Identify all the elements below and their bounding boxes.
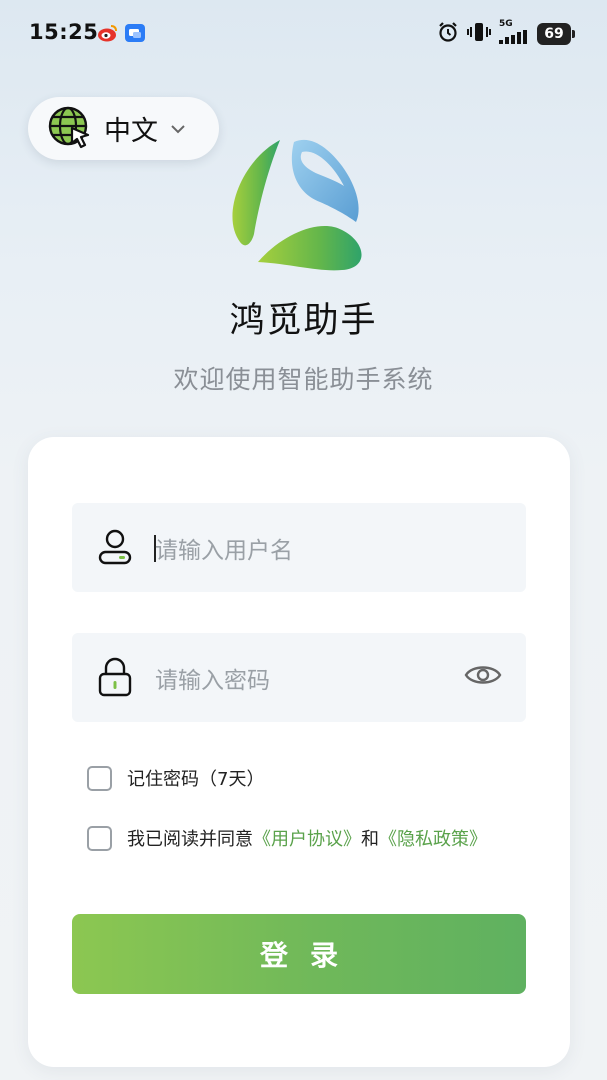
and-text: 和 xyxy=(361,829,379,850)
eye-icon[interactable] xyxy=(464,661,502,693)
status-time: 15:25 xyxy=(29,20,99,44)
language-label: 中文 xyxy=(104,116,158,147)
signal-icon xyxy=(499,29,529,48)
password-field[interactable]: 请输入密码 xyxy=(72,633,526,722)
battery-icon: 69 xyxy=(537,23,575,45)
signal-group: 5G xyxy=(499,20,529,48)
app-subtitle: 欢迎使用智能助手系统 xyxy=(173,365,434,394)
login-button[interactable]: 登录 xyxy=(72,914,526,994)
app-logo xyxy=(222,130,372,279)
username-placeholder: 请输入用户名 xyxy=(155,537,293,564)
agree-checkbox[interactable] xyxy=(87,825,112,851)
remember-password-row[interactable]: 记住密码（7天） xyxy=(87,765,264,791)
chevron-down-icon xyxy=(170,119,186,138)
login-card: 请输入用户名 请输入密码 记住密码（7天） 我已阅读并同意 《用户协议》 和 《… xyxy=(28,437,570,1067)
privacy-policy-link[interactable]: 《隐私政策》 xyxy=(379,825,487,851)
app-title: 鸿觅助手 xyxy=(229,301,378,341)
vibrate-icon xyxy=(467,21,491,47)
password-placeholder: 请输入密码 xyxy=(155,667,270,694)
chat-app-icon xyxy=(124,23,146,47)
weibo-icon xyxy=(97,23,119,47)
agreement-row: 我已阅读并同意 《用户协议》 和 《隐私政策》 xyxy=(87,825,487,851)
remember-checkbox[interactable] xyxy=(87,765,112,791)
network-type-label: 5G xyxy=(499,19,513,29)
language-selector[interactable]: 中文 xyxy=(28,97,219,160)
user-icon xyxy=(97,528,133,570)
remember-label: 记住密码（7天） xyxy=(127,769,265,790)
status-icons: 5G 69 xyxy=(437,20,575,48)
agree-prefix: 我已阅读并同意 xyxy=(127,829,253,850)
alarm-icon xyxy=(437,21,459,47)
lock-icon xyxy=(97,657,133,701)
user-agreement-link[interactable]: 《用户协议》 xyxy=(253,825,361,851)
globe-cursor-icon xyxy=(46,104,92,154)
username-field[interactable]: 请输入用户名 xyxy=(72,503,526,592)
status-bar: 15:25 5G 69 xyxy=(0,0,607,68)
